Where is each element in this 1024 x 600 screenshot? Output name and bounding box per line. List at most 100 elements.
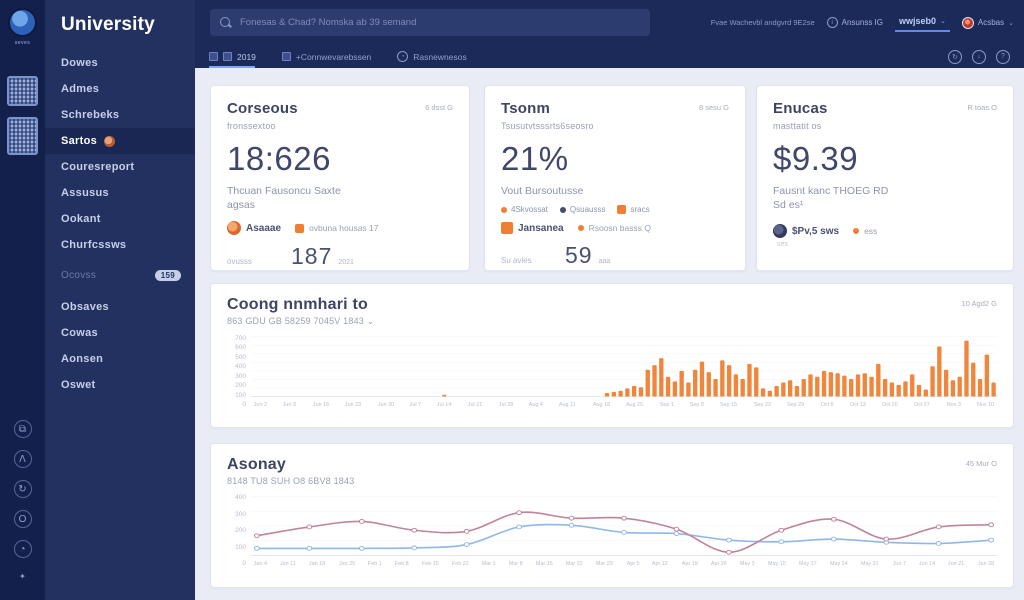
sidebar-item[interactable]: Aonsen bbox=[45, 346, 195, 372]
footer-label: Su avies bbox=[501, 256, 532, 265]
clock-icon: ◔ bbox=[397, 51, 409, 62]
sidebar-item[interactable]: Cowas bbox=[45, 320, 195, 346]
search-input[interactable] bbox=[240, 17, 640, 28]
orange-dot-icon bbox=[853, 228, 860, 234]
sidebar-item[interactable]: Assusus bbox=[45, 180, 195, 206]
mini-legend-item: sracs bbox=[617, 205, 650, 214]
sidebar-item-label: Couresreport bbox=[61, 161, 135, 173]
line-chart: 400 300 200 100 0 Jan 4 Jan 11 Jan 18 Jan 25 Feb… bbox=[227, 494, 997, 567]
plus-icon bbox=[281, 52, 291, 61]
mini-legend-item: Qsuausss bbox=[559, 205, 605, 214]
stat-big-number: 21% bbox=[501, 140, 569, 177]
legend-item: Asaaae bbox=[227, 221, 281, 235]
icon-rail: seves ⧉ Λ ↻ O ◔ ✦ bbox=[0, 0, 45, 600]
tabs-row-actions: ↻ ↓ ? bbox=[948, 49, 1010, 64]
sidebar-item[interactable]: Dowes bbox=[45, 50, 195, 76]
grid-icon bbox=[209, 52, 218, 61]
qr-tile-icon[interactable] bbox=[7, 76, 38, 106]
profile-label: Acsbas bbox=[977, 18, 1005, 27]
sidebar-item[interactable]: Admes bbox=[45, 76, 195, 102]
app-title: University bbox=[61, 14, 155, 35]
sidebar-item-label: Churfcssws bbox=[61, 239, 127, 251]
footer-value: 59 bbox=[565, 242, 593, 268]
dark-circle-icon bbox=[773, 224, 787, 238]
stat-card-rate: Tsonm 8 sesu G Tsusutvtsssrts6seosro 21%… bbox=[484, 85, 746, 271]
chart-subtitle[interactable]: 863 GDU GB 58259 7045V 1843 ⌄ bbox=[227, 316, 997, 327]
mini-legend-label: 4Skvossat bbox=[511, 205, 548, 214]
download-icon[interactable]: ↓ bbox=[972, 49, 986, 64]
tabs-row: 2019 +Connwevarebssen ◔ Rasnewnesos ↻ ↓ … bbox=[195, 45, 1024, 68]
sidebar-item-label: Obsaves bbox=[61, 301, 109, 313]
dashboard-app: seves ⧉ Λ ↻ O ◔ ✦ University Dowes Admes… bbox=[0, 0, 1024, 600]
language-value: wwjseb0 bbox=[899, 15, 937, 26]
rail-bottom-icons: ⧉ Λ ↻ O ◔ ✦ bbox=[0, 420, 45, 582]
sidebar-item-label: Dowes bbox=[61, 57, 98, 69]
stat-card-courses: Corseous 6 dsst G fronssextoo 18:626 Thc… bbox=[210, 85, 470, 271]
language-select[interactable]: wwjseb0 ⌄ bbox=[895, 14, 950, 32]
tab-label: +Connwevarebssen bbox=[295, 51, 372, 62]
refresh-icon[interactable]: ↻ bbox=[13, 480, 32, 498]
chart-meta[interactable]: 45 Mur O bbox=[966, 456, 997, 468]
chevron-down-icon: ⌄ bbox=[1008, 19, 1014, 27]
sidebar-item-active[interactable]: Sartos bbox=[45, 128, 195, 154]
tab-year[interactable]: 2019 bbox=[209, 45, 256, 68]
help-icon[interactable]: ? bbox=[996, 49, 1010, 64]
footer-value: 187 bbox=[291, 243, 333, 269]
sidebar-item[interactable]: Churfcssws bbox=[45, 232, 195, 258]
search-box[interactable] bbox=[210, 9, 650, 36]
line-plot bbox=[251, 496, 997, 556]
sidebar-item[interactable]: Oswet bbox=[45, 372, 195, 398]
sidebar-item-label: Oswet bbox=[61, 379, 96, 391]
grid-icon[interactable]: ⧉ bbox=[13, 420, 32, 438]
logo-caption: seves bbox=[14, 40, 31, 46]
sidebar-item[interactable]: Ookant bbox=[45, 206, 195, 232]
status-text: Fvae Wachevbl andgvrd 9E2se bbox=[710, 18, 815, 27]
sidebar-item[interactable]: Schrebeks bbox=[45, 102, 195, 128]
profile-menu[interactable]: Acsbas ⌄ bbox=[961, 16, 1014, 29]
sidebar-item-label: Sartos bbox=[61, 135, 98, 147]
orange-square-icon bbox=[295, 223, 305, 233]
app-logo-icon[interactable] bbox=[8, 8, 37, 37]
mini-legend-item: 4Skvossat bbox=[501, 205, 548, 214]
tab-compare[interactable]: +Connwevarebssen bbox=[281, 45, 372, 68]
legend-item: $Pv,5 sws bbox=[773, 224, 839, 238]
caret-icon[interactable]: Λ bbox=[13, 450, 32, 468]
line-y-axis: 400 300 200 100 0 bbox=[235, 494, 246, 567]
legend-item: Rsoosn basss Q bbox=[577, 223, 651, 233]
orange-dot-icon bbox=[577, 225, 584, 231]
search-icon bbox=[220, 16, 232, 29]
sidebar-item-dim[interactable]: Ocovss 159 bbox=[45, 262, 195, 288]
stat-line: Sd es¹ bbox=[773, 199, 804, 211]
sidebar-item[interactable]: Obsaves bbox=[45, 294, 195, 320]
topbar: Fvae Wachevbl andgvrd 9E2se i Ansunss IG… bbox=[195, 0, 1024, 45]
history-icon[interactable]: ↻ bbox=[948, 49, 962, 64]
legend-label: $Pv,5 sws bbox=[792, 225, 840, 237]
clock-icon[interactable]: ◔ bbox=[13, 540, 32, 558]
sidebar-item-label: Aonsen bbox=[61, 353, 104, 365]
sidebar-item[interactable]: Couresreport bbox=[45, 154, 195, 180]
footer-small: aaa bbox=[598, 258, 611, 265]
line-x-axis: Jan 4 Jan 11 Jan 18 Jan 25 Feb 1 Feb 8 Feb 15 F… bbox=[253, 561, 994, 567]
bar-x-axis: Jun 2 Jun 9 Jun 16 Jun 23 Jun 30 Jul 7 Jul 14 J… bbox=[253, 402, 995, 408]
notifications-button[interactable]: i Ansunss IG bbox=[826, 17, 883, 28]
avatar bbox=[961, 16, 974, 29]
card-meta[interactable]: 8 sesu G bbox=[699, 100, 729, 112]
dot-icon[interactable]: ✦ bbox=[17, 570, 29, 582]
qr-tile-icon[interactable] bbox=[7, 117, 38, 155]
chart-meta[interactable]: 10 Agd2 G bbox=[962, 296, 997, 308]
tab-label: 2019 bbox=[237, 51, 256, 62]
notifications-label: Ansunss IG bbox=[841, 18, 883, 27]
sidebar-item-label: Schrebeks bbox=[61, 109, 120, 121]
card-subtitle: fronssextoo bbox=[227, 121, 276, 131]
footer-small: ses bbox=[777, 241, 788, 248]
bar-y-axis: 700 600 500 400 300 200 100 0 bbox=[235, 335, 246, 408]
circle-icon[interactable]: O bbox=[13, 510, 32, 528]
card-meta[interactable]: R toas O bbox=[967, 100, 997, 112]
chart-title: Coong nnmhari to bbox=[227, 296, 368, 313]
tab-recent[interactable]: ◔ Rasnewnesos bbox=[397, 45, 467, 68]
sidebar-badge: 159 bbox=[154, 269, 181, 281]
card-meta[interactable]: 6 dsst G bbox=[425, 100, 453, 112]
tab-label: Rasnewnesos bbox=[413, 51, 467, 62]
line-chart-card: Asonay 45 Mur O 8148 TU8 SUH O8 6BV8 184… bbox=[210, 443, 1014, 588]
main-content: Corseous 6 dsst G fronssextoo 18:626 Thc… bbox=[195, 68, 1024, 600]
